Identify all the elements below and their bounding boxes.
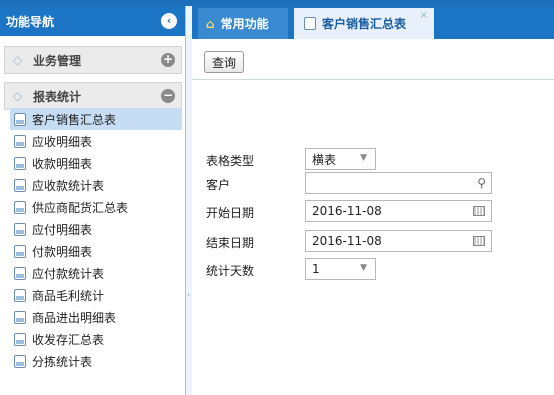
list-item-label: 分拣统计表 xyxy=(32,354,93,369)
tab-label: 客户销售汇总表 xyxy=(322,17,407,31)
close-icon[interactable]: × xyxy=(420,10,428,21)
document-icon xyxy=(14,200,26,214)
list-item-label: 客户销售汇总表 xyxy=(32,112,117,127)
list-item-label: 收发存汇总表 xyxy=(32,332,105,347)
days-select[interactable]: 1 ▼ xyxy=(305,258,376,280)
document-icon xyxy=(14,156,26,170)
list-item[interactable]: 商品进出明细表 xyxy=(0,306,182,328)
document-icon xyxy=(14,112,26,126)
list-item-label: 商品毛利统计 xyxy=(32,288,105,303)
list-item[interactable]: 应付明细表 xyxy=(0,218,182,240)
list-item-label: 应收明细表 xyxy=(32,134,93,149)
list-item-label: 应收款统计表 xyxy=(32,178,105,193)
document-icon xyxy=(14,244,26,258)
report-list: 客户销售汇总表 应收明细表 收款明细表 应收款统计表 供应商配货汇总表 应付明细… xyxy=(0,108,182,372)
tag-icon: ◇ xyxy=(13,53,23,67)
list-item-label: 收款明细表 xyxy=(32,156,93,171)
list-item-customer-sales-summary[interactable]: 客户销售汇总表 xyxy=(10,108,182,130)
sidebar-title: 功能导航 xyxy=(6,14,55,29)
list-item-label: 应付款统计表 xyxy=(32,266,105,281)
list-item-label: 应付明细表 xyxy=(32,222,93,237)
chevron-down-icon: ▼ xyxy=(360,153,367,163)
tab-bar: ⌂ 常用功能 客户销售汇总表 × xyxy=(192,6,554,39)
list-item[interactable]: 应付款统计表 xyxy=(0,262,182,284)
list-item[interactable]: 付款明细表 xyxy=(0,240,182,262)
customer-field[interactable]: ⚲ xyxy=(305,172,492,194)
tab-customer-sales-summary[interactable]: 客户销售汇总表 × xyxy=(294,8,434,39)
panel-title: 报表统计 xyxy=(33,89,82,104)
document-icon xyxy=(14,222,26,236)
tab-label: 常用功能 xyxy=(220,17,269,31)
calendar-icon[interactable] xyxy=(473,206,485,216)
table-type-label: 表格类型 xyxy=(206,154,255,168)
start-date-value: 2016-11-08 xyxy=(312,204,382,218)
table-type-value: 横表 xyxy=(312,152,337,167)
toolbar: 查询 xyxy=(192,39,554,80)
expand-plus-icon[interactable]: + xyxy=(161,53,175,67)
document-icon xyxy=(14,178,26,192)
document-icon xyxy=(14,310,26,324)
home-icon: ⌂ xyxy=(206,16,215,31)
panel-report-statistics[interactable]: ◇ 报表统计 − xyxy=(4,82,182,110)
document-icon xyxy=(14,266,26,280)
list-item[interactable]: 应收款统计表 xyxy=(0,174,182,196)
calendar-icon[interactable] xyxy=(473,236,485,246)
splitter-handle-icon[interactable]: ‹ xyxy=(187,290,191,304)
tab-common-functions[interactable]: ⌂ 常用功能 xyxy=(198,8,288,39)
list-item-label: 商品进出明细表 xyxy=(32,310,117,325)
list-item[interactable]: 商品毛利统计 xyxy=(0,284,182,306)
list-item[interactable]: 分拣统计表 xyxy=(0,350,182,372)
query-button[interactable]: 查询 xyxy=(204,51,244,73)
document-icon xyxy=(304,17,316,30)
list-item[interactable]: 收发存汇总表 xyxy=(0,328,182,350)
days-value: 1 xyxy=(312,262,320,276)
start-date-field[interactable]: 2016-11-08 xyxy=(305,200,492,222)
list-item[interactable]: 应收明细表 xyxy=(0,130,182,152)
panel-business-management[interactable]: ◇ 业务管理 + xyxy=(4,46,182,74)
list-item-label: 付款明细表 xyxy=(32,244,93,259)
document-icon xyxy=(14,288,26,302)
customer-label: 客户 xyxy=(206,178,231,192)
document-icon xyxy=(14,354,26,368)
tag-icon: ◇ xyxy=(13,89,23,103)
sidebar-header: 功能导航 ‹ xyxy=(0,6,185,36)
list-item-label: 供应商配货汇总表 xyxy=(32,200,129,215)
list-item[interactable]: 供应商配货汇总表 xyxy=(0,196,182,218)
document-icon xyxy=(14,134,26,148)
chevron-down-icon: ▼ xyxy=(360,263,367,273)
collapse-minus-icon[interactable]: − xyxy=(161,89,175,103)
collapse-left-icon[interactable]: ‹ xyxy=(161,13,177,29)
end-date-field[interactable]: 2016-11-08 xyxy=(305,230,492,252)
end-date-value: 2016-11-08 xyxy=(312,234,382,248)
start-date-label: 开始日期 xyxy=(206,206,255,220)
list-item[interactable]: 收款明细表 xyxy=(0,152,182,174)
document-icon xyxy=(14,332,26,346)
panel-title: 业务管理 xyxy=(33,53,82,68)
table-type-select[interactable]: 横表 ▼ xyxy=(305,148,376,170)
end-date-label: 结束日期 xyxy=(206,236,255,250)
search-icon[interactable]: ⚲ xyxy=(477,176,486,190)
days-label: 统计天数 xyxy=(206,264,255,278)
